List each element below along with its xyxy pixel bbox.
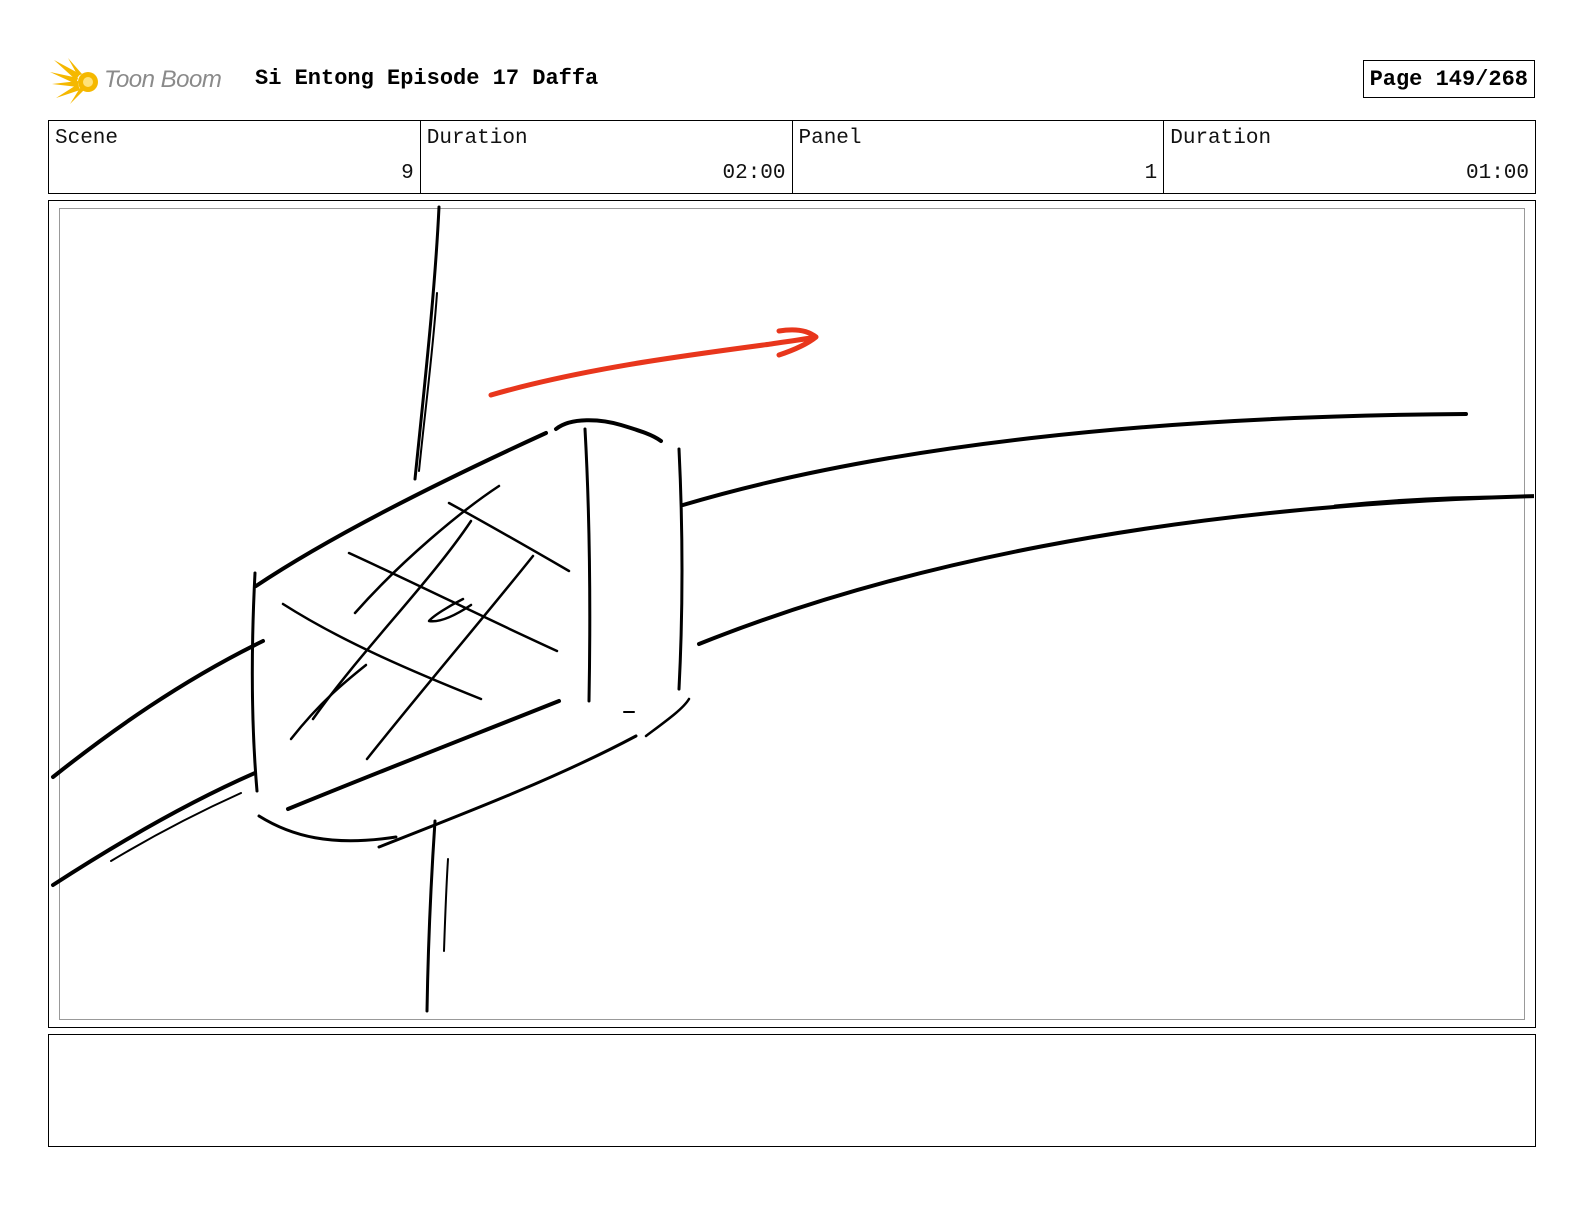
sketch-hatch-7: [281, 602, 483, 701]
starburst-logo-icon: [50, 58, 98, 104]
sketch-beam-bottom: [697, 494, 1534, 646]
sketch-box-front-edge: [583, 427, 592, 703]
sketch-box-top-corner: [554, 418, 663, 443]
sketch-box-corner-right: [644, 697, 691, 738]
sketch-box-bottom-edge: [286, 699, 561, 811]
sketch-box-left-edge: [250, 571, 259, 793]
scene-duration-cell: Duration 02:00: [421, 121, 793, 193]
sketch-pole-bottom: [425, 819, 437, 1013]
sketch-box-bottom-corner: [257, 814, 398, 843]
scene-duration-label: Duration: [426, 127, 528, 150]
scene-cell: Scene 9: [49, 121, 421, 193]
sketch-box-top-edge: [254, 431, 548, 588]
panel-duration-label: Duration: [1170, 127, 1272, 150]
page-number: Page 149/268: [1362, 60, 1535, 98]
sketch-box-right-edge: [677, 447, 684, 691]
sketch-hatch-1: [353, 484, 501, 615]
sketch-beam-left-bottom: [51, 771, 257, 887]
panel-label: Panel: [798, 127, 862, 150]
sketch-hatch-loop: [427, 597, 473, 623]
page-header: Toon Boom Si Entong Episode 17 Daffa Pag…: [50, 54, 1535, 106]
toon-boom-logo: Toon Boom: [50, 54, 222, 106]
scene-label: Scene: [55, 127, 119, 150]
sketch-beam-left-top: [51, 639, 265, 779]
motion-arrow-icon: [488, 327, 819, 398]
document-title: Si Entong Episode 17 Daffa: [255, 66, 599, 91]
sketch-hatch-4: [289, 663, 368, 741]
panel-duration-value: 01:00: [1465, 162, 1529, 185]
sketch-pole-top-shade: [418, 292, 438, 472]
scene-info-bar: Scene 9 Duration 02:00 Panel 1 Duration …: [48, 120, 1536, 194]
sketch-beam-left-shade: [110, 792, 242, 862]
panel-sketch: [51, 205, 1534, 1013]
sketch-hatch-5: [447, 501, 571, 573]
panel-notes-area: [48, 1034, 1536, 1147]
panel-value: 1: [1144, 162, 1158, 185]
panel-cell: Panel 1: [793, 121, 1165, 193]
scene-duration-value: 02:00: [722, 162, 786, 185]
sketch-box-bottom-right: [377, 734, 638, 849]
sketch-pole-top: [413, 205, 441, 481]
sketch-pole-bottom-shade: [443, 858, 449, 952]
sketch-beam-top: [681, 412, 1468, 507]
panel-duration-cell: Duration 01:00: [1164, 121, 1535, 193]
sketch-hatch-3: [365, 554, 535, 761]
storyboard-panel: [48, 200, 1536, 1028]
logo-text: Toon Boom: [104, 66, 222, 93]
scene-value: 9: [401, 162, 414, 185]
